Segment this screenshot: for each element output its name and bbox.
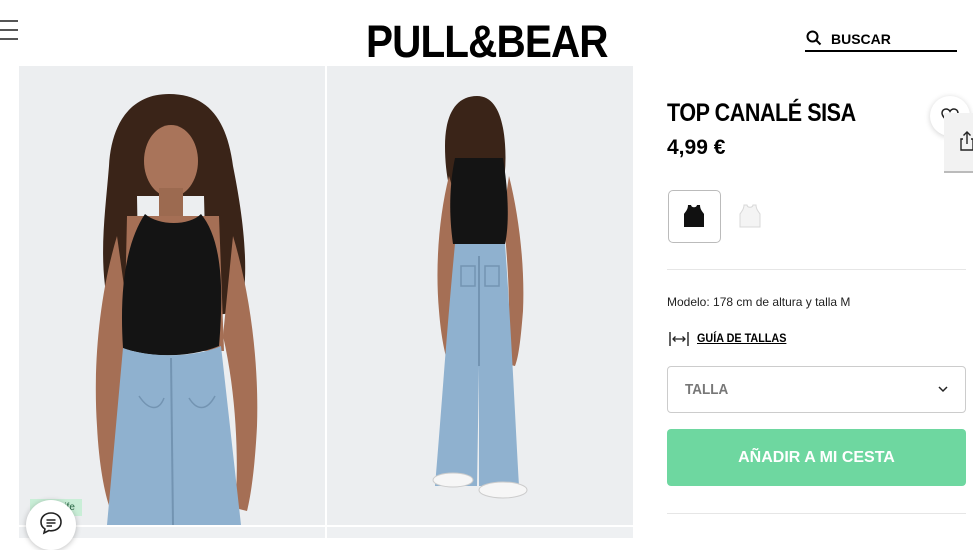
size-guide-label[interactable]: GUÍA DE TALLAS (697, 331, 786, 345)
white-top-thumbnail (739, 204, 761, 228)
size-select-label: TALLA (685, 381, 729, 398)
divider (667, 269, 966, 270)
search-input[interactable] (831, 30, 951, 48)
divider (667, 513, 966, 514)
chat-button[interactable] (26, 500, 76, 550)
brand-logo[interactable]: PULL&BEAR (366, 18, 609, 66)
model-info: Modelo: 178 cm de altura y talla M (667, 295, 851, 309)
chat-icon (40, 512, 62, 535)
product-title: TOP CANALÉ SISA (667, 99, 856, 127)
chevron-down-icon (938, 386, 948, 393)
search-bar[interactable] (805, 28, 957, 52)
color-swatch-black[interactable] (668, 190, 721, 243)
black-top-thumbnail (684, 205, 704, 227)
product-price: 4,99 € (667, 136, 726, 159)
product-photo-front[interactable] (19, 66, 325, 525)
color-swatch-white[interactable] (724, 190, 777, 243)
share-icon (960, 131, 973, 151)
next-photo-preview (327, 527, 633, 538)
search-icon[interactable] (806, 30, 822, 46)
add-to-cart-button[interactable]: AÑADIR A MI CESTA (667, 429, 966, 486)
size-select[interactable]: TALLA (667, 366, 966, 413)
ruler-icon (669, 332, 689, 346)
menu-icon[interactable] (0, 20, 18, 40)
share-button[interactable] (944, 113, 973, 173)
product-photo-back[interactable] (327, 66, 633, 525)
product-gallery: ...ife (19, 66, 633, 538)
